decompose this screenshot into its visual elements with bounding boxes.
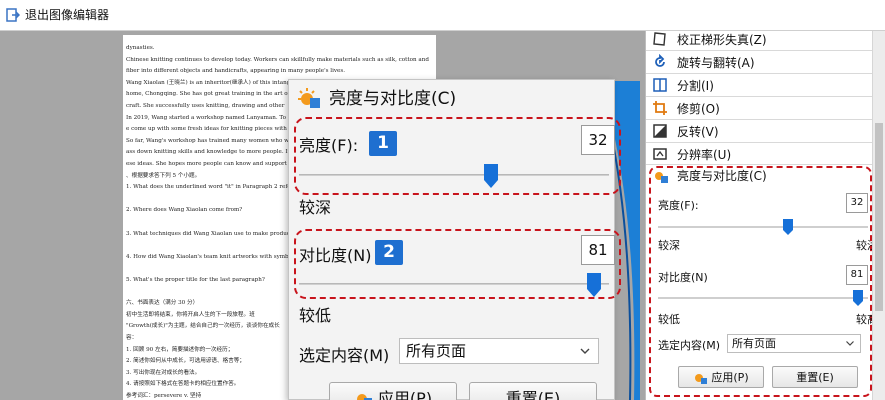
document-text-line: 六、书面表达（满分 30 分） [126,300,199,307]
panel-selection-dropdown[interactable]: 所有页面 [727,334,861,353]
document-text-line: 5. What's the proper title for the last … [126,277,265,283]
panel-brightness-label: 亮度(F): [658,199,699,212]
scrollbar-thumb[interactable] [875,123,883,311]
apply-icon [695,374,708,384]
document-text-line: 、根据要求答下列 5 个小题。 [126,172,201,179]
document-text-line: "Growth(成长)"为主题，结合自己的一次经历，谈谈你在成长 [126,323,280,330]
contrast-low-label: 较低 [299,306,332,325]
menu-split[interactable]: 分割(I) [652,74,714,96]
menu-label: 反转(V) [677,124,719,139]
menu-rotate-flip[interactable]: 旋转与翻转(A) [652,51,755,73]
reset-button[interactable]: 重置(E) [469,382,597,400]
brightness-highlight-box [294,117,621,195]
document-text-line: 参考词汇：persevere v. 坚持 [126,393,202,399]
panel-contrast-value-field[interactable]: 81 [846,265,868,285]
brightness-contrast-icon [655,172,668,183]
document-text-line: home, Chongqing. She has got great train… [126,91,314,98]
panel-scrollbar[interactable] [872,31,885,400]
panel-contrast-high-label: 较高 [856,313,872,326]
invert-icon [653,124,667,138]
panel-reset-label: 重置(E) [796,371,834,384]
panel-contrast-label: 对比度(N) [658,271,708,284]
apply-icon [356,394,372,400]
menu-label: 分辨率(U) [677,147,732,162]
chevron-down-icon [846,341,854,346]
skew-correction-icon [653,32,666,46]
apply-label: 应用(P) [377,389,433,400]
document-text-line: 初中生活即将结束，你将开启人生的下一段旅程。班 [126,311,255,318]
panel-contrast-slider-track[interactable] [658,297,868,299]
panel-brightness-slider-thumb[interactable] [783,219,794,235]
menu-label: 旋转与翻转(A) [677,55,755,70]
document-text-line: ass down knitting skills and knowledge t… [126,149,303,156]
panel-selection-label: 选定内容(M) [658,339,721,352]
panel-brightness-value-field[interactable]: 32 [846,193,868,213]
document-text-line: 1. 回顾 90 左右，简要描述你的一次经历； [126,346,234,353]
document-text-line: Chinese knitting continues to develop to… [126,56,429,63]
dialog-title: 亮度与对比度(C) [297,84,456,109]
exit-icon [6,7,20,22]
menu-skew-correction[interactable]: 校正梯形失真(Z) [652,28,767,50]
contrast-highlight-box [294,229,621,299]
menu-crop[interactable]: 修剪(O) [652,97,720,119]
document-text-line: craft. She successfully uses knitting, d… [126,103,285,109]
menu-resolution[interactable]: 分辨率(U) [652,143,731,165]
document-text-line: In 2019, Wang started a workshop named L… [126,114,308,121]
exit-label: 退出图像编辑器 [25,8,110,22]
panel-contrast-slider-thumb[interactable] [852,290,863,306]
brightness-low-label: 较深 [299,198,332,217]
document-text-line: 4. 请按照如下格式在答题卡的相应位置作答。 [126,381,240,388]
panel-reset-button[interactable]: 重置(E) [772,366,858,388]
selection-label: 选定内容(M) [299,346,390,365]
document-text-line: fiber into different objects and handicr… [126,68,345,75]
image-editor-window: 退出图像编辑器 dynasties. Chinese knitting cont… [0,0,885,400]
brightness-contrast-dialog: 亮度与对比度(C) 亮度(F): 1 32 较深 对比度(N) 2 81 较低 … [288,79,621,400]
document-text-line: 3. 写出你现在对成长的看法。 [126,369,201,376]
resolution-icon [653,148,667,160]
crop-icon [653,101,667,115]
dialog-title-text: 亮度与对比度(C) [329,89,457,109]
rotate-flip-icon [655,54,665,67]
panel-apply-label: 应用(P) [711,371,749,384]
selection-value: 所有页面 [406,342,467,360]
menu-label: 校正梯形失真(Z) [677,32,767,47]
image-tools-panel: 校正梯形失真(Z) 旋转与翻转(A) 分割(I) 修剪(O) 反转(V) 分辨率… [645,31,885,400]
document-text-line: 2. Where does Wang Xiaolan come from? [126,207,243,214]
top-toolbar: 退出图像编辑器 [0,0,885,31]
section-brightness-contrast[interactable]: 亮度与对比度(C) [652,164,767,186]
chevron-down-icon [580,348,590,354]
panel-contrast-low-label: 较低 [658,313,680,326]
document-text-line: 容： [126,335,138,341]
apply-button[interactable]: 应用(P) [329,382,457,400]
panel-selection-value: 所有页面 [732,337,776,350]
document-text-line: 2. 简述你如何从中成长，可选用谚语、格言等； [126,358,245,365]
menu-label: 修剪(O) [677,101,720,116]
panel-apply-button[interactable]: 应用(P) [678,366,764,388]
document-text-line: 3. What techniques did Wang Xiaolan use … [126,230,299,237]
split-icon [653,78,667,92]
panel-brightness-low-label: 较深 [658,239,680,252]
document-text-line: e come up with some fresh ideas for knit… [126,126,312,133]
reset-label: 重置(E) [505,389,561,400]
selection-dropdown[interactable]: 所有页面 [399,338,599,364]
document-text-line: dynasties. [126,45,155,51]
brightness-contrast-icon [298,87,320,108]
menu-invert[interactable]: 反转(V) [652,120,719,142]
exit-image-editor-button[interactable]: 退出图像编辑器 [6,6,109,23]
document-text-line: 1. What does the underlined word "it" in… [126,184,304,191]
section-title: 亮度与对比度(C) [677,168,767,183]
document-text-line: So far, Wang's workshop has trained many… [126,137,299,144]
panel-brightness-high-label: 较浅 [856,239,872,252]
document-text-line: 4. How did Wang Xiaolan's team knit artw… [126,253,300,260]
panel-brightness-slider-track[interactable] [658,226,868,228]
menu-label: 分割(I) [677,78,714,93]
